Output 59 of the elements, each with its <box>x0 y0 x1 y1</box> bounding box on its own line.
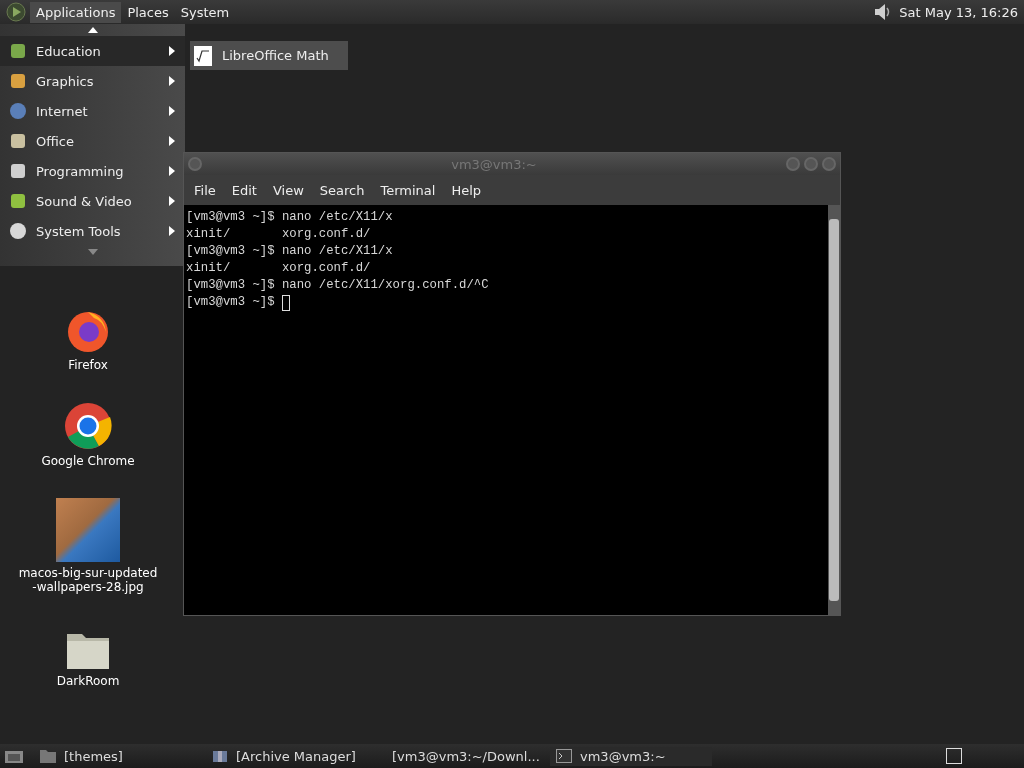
category-icon <box>8 161 28 181</box>
submenu-arrow-icon <box>169 76 175 86</box>
desktop-icon-label[interactable]: macos-big-sur-updated-wallpapers-28.jpg <box>18 566 158 594</box>
taskbar-button[interactable]: [vm3@vm3:~/Downl... <box>378 746 540 766</box>
category-icon <box>8 191 28 211</box>
menu-item[interactable]: LibreOffice Math <box>190 41 348 70</box>
category-icon <box>8 131 28 151</box>
menu-bar-item[interactable]: Terminal <box>374 180 442 200</box>
math-formula-icon <box>194 45 212 66</box>
submenu-arrow-icon <box>169 106 175 116</box>
terminal-line: xinit/ xorg.conf.d/ <box>185 226 372 243</box>
panel-menu[interactable]: Places <box>121 1 175 23</box>
taskbar-button[interactable]: [themes] <box>34 746 196 766</box>
scroll-down-icon[interactable] <box>87 249 98 255</box>
speaker-icon[interactable] <box>873 2 892 22</box>
archive-icon <box>212 749 228 763</box>
menu-item[interactable]: Graphics <box>0 66 185 96</box>
terminal-prompt: [vm3@vm3 ~]$ <box>185 294 276 311</box>
terminal-line: xinit/ xorg.conf.d/ <box>185 260 372 277</box>
chrome-icon[interactable] <box>64 402 112 450</box>
menu-bar-item[interactable]: File <box>188 180 222 200</box>
desktop-icon-label[interactable]: Google Chrome <box>18 454 158 468</box>
submenu-arrow-icon <box>169 196 175 206</box>
terminal-line: [vm3@vm3 ~]$ nano /etc/X11/x <box>185 209 394 226</box>
panel-menu[interactable]: System <box>174 1 236 23</box>
desktop-icon-label[interactable]: DarkRoom <box>18 674 158 688</box>
category-icon <box>8 221 28 241</box>
desktop-icon-label[interactable]: Firefox <box>18 358 158 372</box>
scroll-up-icon[interactable] <box>87 27 98 33</box>
menu-item[interactable]: Internet <box>0 96 185 126</box>
submenu-arrow-icon <box>169 136 175 146</box>
text-cursor <box>281 294 290 311</box>
clock[interactable]: Sat May 13, 16:26 <box>899 4 1018 20</box>
scrollbar[interactable] <box>828 205 840 615</box>
terminal-line: [vm3@vm3 ~]$ nano /etc/X11/xorg.conf.d/^C <box>185 277 490 294</box>
menu-item[interactable]: Sound & Video <box>0 186 185 216</box>
menu-logo-icon[interactable] <box>6 2 26 22</box>
menu-bar-item[interactable]: Edit <box>225 180 263 200</box>
submenu-arrow-icon <box>169 166 175 176</box>
panel-menu[interactable]: Applications <box>30 1 122 23</box>
category-icon <box>8 101 28 121</box>
terminal-line: [vm3@vm3 ~]$ nano /etc/X11/x <box>185 243 394 260</box>
menu-item[interactable]: Programming <box>0 156 185 186</box>
taskbar-button[interactable]: vm3@vm3:~ <box>550 746 712 766</box>
menu-item[interactable]: System Tools <box>0 216 185 246</box>
menu-item[interactable]: Education <box>0 36 185 66</box>
category-icon <box>8 41 28 61</box>
taskbar-button[interactable]: [Archive Manager] <box>206 746 368 766</box>
menu-bar-item[interactable]: Search <box>313 180 371 200</box>
workspace-switcher[interactable] <box>946 748 962 764</box>
submenu-arrow-icon <box>169 226 175 236</box>
menu-item[interactable]: Office <box>0 126 185 156</box>
terminal-icon <box>556 749 572 763</box>
folder-icon <box>40 749 56 763</box>
menu-bar-item[interactable]: Help <box>445 180 488 200</box>
show-desktop-icon[interactable] <box>4 748 24 764</box>
category-icon <box>8 71 28 91</box>
menu-bar-item[interactable]: View <box>266 180 310 200</box>
submenu-arrow-icon <box>169 46 175 56</box>
